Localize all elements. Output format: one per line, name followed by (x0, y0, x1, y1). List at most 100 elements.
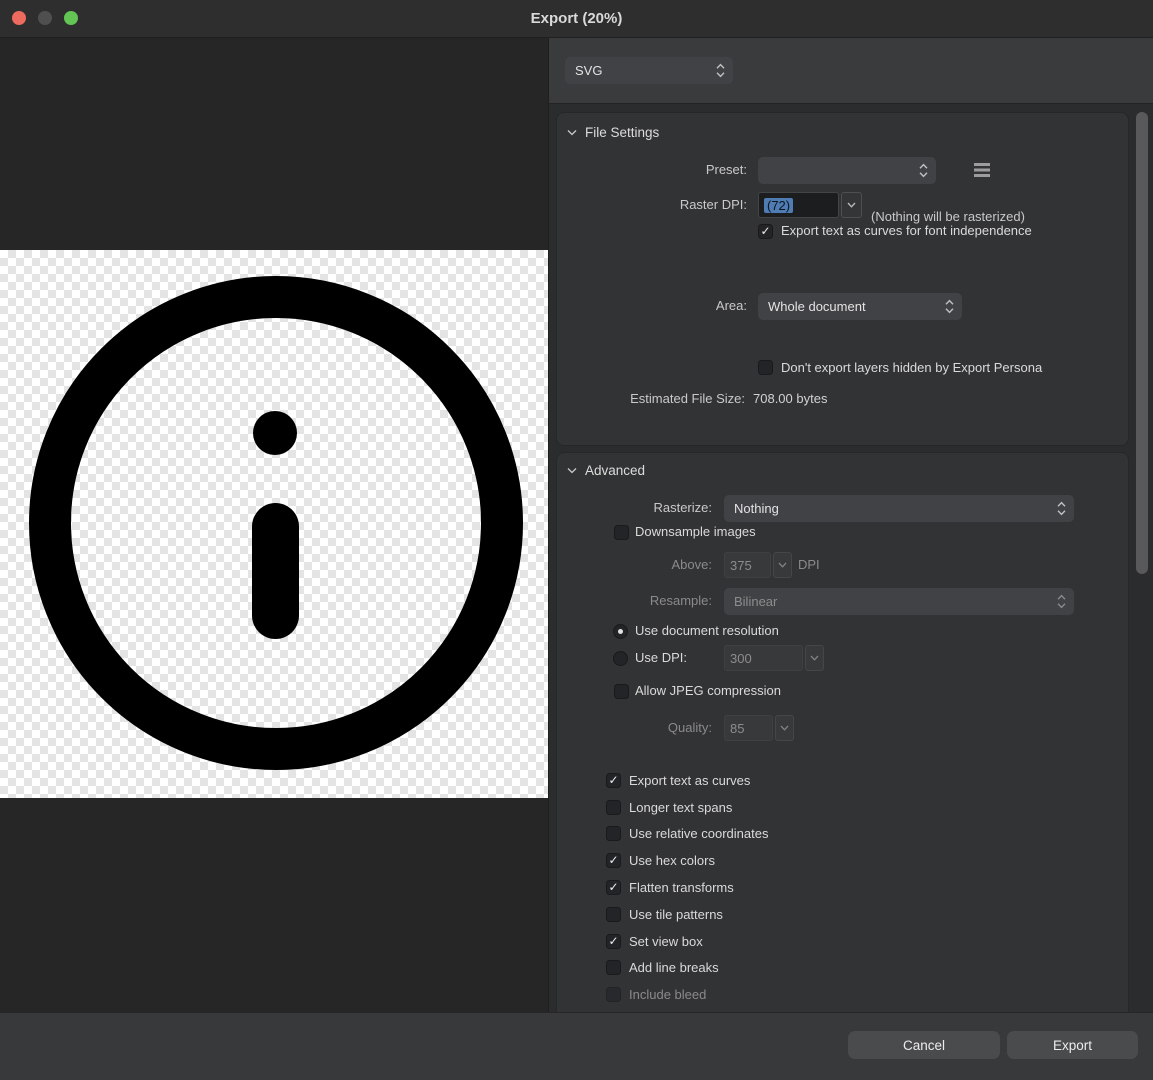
above-combobox[interactable]: 375 (724, 552, 792, 578)
resample-select[interactable]: Bilinear (724, 588, 1074, 615)
quality-combobox[interactable]: 85 (724, 715, 794, 741)
area-select-value: Whole document (768, 299, 866, 314)
cancel-button[interactable]: Cancel (848, 1031, 1000, 1059)
chevron-down-icon (847, 202, 856, 208)
downsample-images-checkbox[interactable] (614, 525, 629, 540)
chevron-down-icon (780, 725, 789, 731)
export-preview-pane (0, 38, 549, 1012)
option-row: Use tile patterns (606, 901, 768, 928)
chevron-down-icon (778, 562, 787, 568)
file-settings-title: File Settings (585, 125, 659, 140)
stepper-icon (945, 299, 954, 314)
preset-label: Preset: (706, 162, 747, 178)
dont-export-hidden-label: Don't export layers hidden by Export Per… (781, 360, 1042, 376)
advanced-header[interactable]: Advanced (567, 463, 645, 478)
use-dpi-value: 300 (724, 645, 803, 671)
stepper-icon (716, 63, 725, 78)
estimated-size-label: Estimated File Size: (630, 391, 745, 407)
allow-jpeg-label: Allow JPEG compression (635, 683, 781, 699)
option-label: Add line breaks (629, 960, 719, 975)
scrollbar-thumb[interactable] (1136, 112, 1148, 574)
area-label: Area: (716, 298, 747, 314)
advanced-title: Advanced (585, 463, 645, 478)
preset-select[interactable] (758, 157, 936, 184)
file-settings-header[interactable]: File Settings (567, 125, 659, 140)
option-row: Flatten transforms (606, 874, 768, 901)
option-label: Use hex colors (629, 853, 715, 868)
export-text-curves-font-checkbox[interactable] (758, 224, 773, 239)
above-dropdown-button[interactable] (773, 552, 792, 578)
chevron-down-icon (810, 655, 819, 661)
raster-dpi-value[interactable]: (72) (764, 198, 793, 213)
option-checkbox[interactable] (606, 907, 621, 922)
preset-menu-icon[interactable] (974, 163, 990, 177)
stepper-icon (1057, 501, 1066, 516)
above-value: 375 (724, 552, 771, 578)
option-row: Add line breaks (606, 955, 768, 982)
option-label: Longer text spans (629, 800, 732, 815)
dont-export-hidden-checkbox[interactable] (758, 360, 773, 375)
chevron-down-icon (567, 129, 577, 136)
export-button[interactable]: Export (1007, 1031, 1138, 1059)
format-strip: SVG (549, 38, 1153, 104)
option-row: Set view box (606, 928, 768, 955)
option-row: Include bleed (606, 981, 768, 1008)
option-checkbox[interactable] (606, 987, 621, 1002)
quality-label: Quality: (668, 720, 712, 736)
allow-jpeg-checkbox[interactable] (614, 684, 629, 699)
option-row: Use hex colors (606, 847, 768, 874)
info-icon-artwork (0, 250, 549, 798)
stepper-icon (1057, 594, 1066, 609)
downsample-images-label: Downsample images (635, 524, 756, 540)
resample-label: Resample: (650, 593, 712, 609)
quality-dropdown-button[interactable] (775, 715, 794, 741)
quality-value: 85 (724, 715, 773, 741)
raster-dpi-label: Raster DPI: (680, 197, 747, 213)
export-text-curves-font-label: Export text as curves for font independe… (781, 223, 1032, 239)
titlebar: Export (20%) (0, 0, 1153, 38)
option-label: Flatten transforms (629, 880, 734, 895)
format-select-value: SVG (575, 63, 602, 78)
stepper-icon (919, 163, 928, 178)
estimated-size-value: 708.00 bytes (753, 391, 827, 407)
raster-dpi-dropdown-button[interactable] (841, 192, 862, 218)
option-label: Export text as curves (629, 773, 750, 788)
option-label: Use tile patterns (629, 907, 723, 922)
rasterize-select[interactable]: Nothing (724, 495, 1074, 522)
file-settings-group: File Settings Preset: Raster DPI: (72) (556, 112, 1129, 446)
above-dpi-suffix: DPI (798, 557, 820, 573)
export-settings-panel: SVG File Settings Preset: (549, 38, 1153, 1012)
use-document-resolution-radio[interactable] (613, 624, 628, 639)
export-dialog: Export (20%) SVG (0, 0, 1153, 1080)
option-row: Longer text spans (606, 794, 768, 821)
option-checkbox[interactable] (606, 934, 621, 949)
window-title: Export (20%) (0, 0, 1153, 38)
option-label: Use relative coordinates (629, 826, 768, 841)
advanced-options-list: Export text as curves Longer text spans Us… (606, 767, 768, 1008)
format-select[interactable]: SVG (565, 57, 733, 84)
rasterize-label: Rasterize: (653, 500, 712, 516)
raster-dpi-combobox[interactable]: (72) (758, 192, 862, 218)
option-checkbox[interactable] (606, 880, 621, 895)
option-label: Set view box (629, 934, 703, 949)
area-select[interactable]: Whole document (758, 293, 962, 320)
option-row: Export text as curves (606, 767, 768, 794)
option-checkbox[interactable] (606, 960, 621, 975)
above-label: Above: (672, 557, 712, 573)
dialog-footer: Cancel Export (0, 1012, 1153, 1080)
resample-select-value: Bilinear (734, 594, 777, 609)
option-checkbox[interactable] (606, 826, 621, 841)
option-checkbox[interactable] (606, 800, 621, 815)
chevron-down-icon (567, 467, 577, 474)
use-document-resolution-label: Use document resolution (635, 623, 779, 639)
option-label: Include bleed (629, 987, 706, 1002)
use-dpi-label: Use DPI: (635, 650, 687, 666)
advanced-group: Advanced Rasterize: Nothing Downsample i… (556, 452, 1129, 1014)
rasterize-select-value: Nothing (734, 501, 779, 516)
use-dpi-radio[interactable] (613, 651, 628, 666)
option-row: Use relative coordinates (606, 821, 768, 848)
option-checkbox[interactable] (606, 853, 621, 868)
use-dpi-dropdown-button[interactable] (805, 645, 824, 671)
option-checkbox[interactable] (606, 773, 621, 788)
use-dpi-combobox[interactable]: 300 (724, 645, 824, 671)
